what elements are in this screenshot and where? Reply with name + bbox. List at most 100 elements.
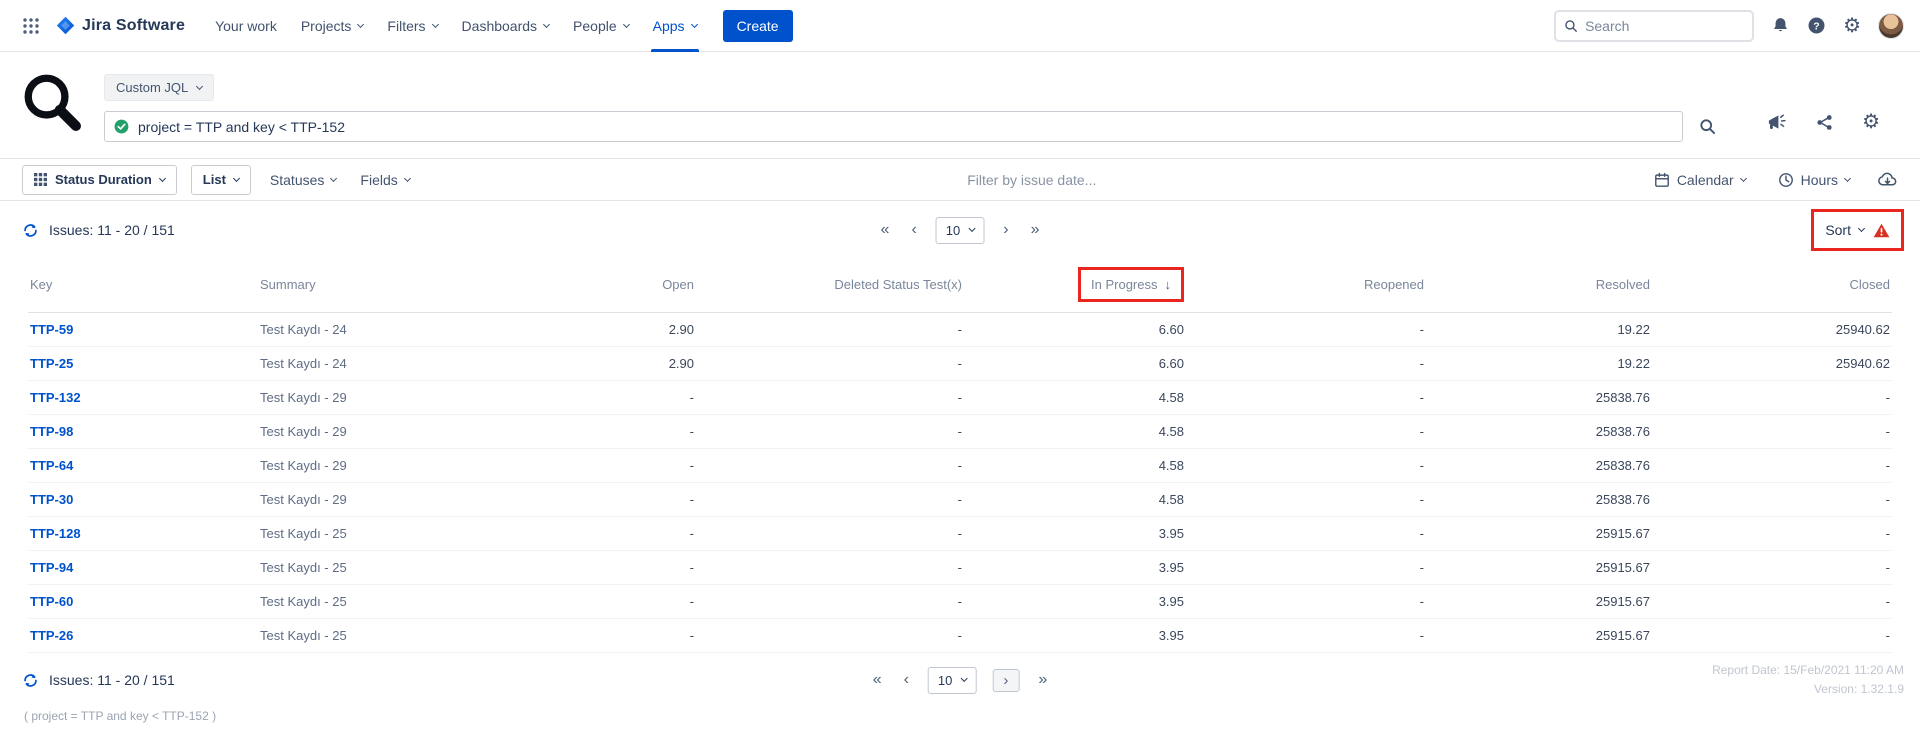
- first-page-button[interactable]: «: [870, 670, 885, 690]
- global-search-box[interactable]: [1554, 10, 1754, 42]
- cell-summary: Test Kaydı - 29: [258, 381, 576, 415]
- issues-bar-top: Issues: 11 - 20 / 151 « ‹ 10 › » Sort: [0, 201, 1920, 259]
- time-unit-dropdown[interactable]: Hours: [1773, 172, 1855, 188]
- cell-resolved: 25838.76: [1426, 415, 1652, 449]
- clock-icon: [1778, 172, 1794, 188]
- column-header-resolved[interactable]: Resolved: [1426, 259, 1652, 313]
- cell-summary: Test Kaydı - 25: [258, 551, 576, 585]
- cell-reopened: -: [1186, 483, 1426, 517]
- column-header-label: Deleted Status Test(x): [834, 277, 962, 292]
- sort-dropdown[interactable]: Sort: [1825, 222, 1864, 238]
- cell-reopened: -: [1186, 619, 1426, 653]
- page-size-value: 10: [938, 673, 952, 688]
- jql-input-field[interactable]: [104, 111, 1683, 142]
- column-header-label: In Progress: [1091, 277, 1157, 292]
- prev-page-button[interactable]: ‹: [908, 220, 919, 240]
- prev-page-button[interactable]: ‹: [901, 670, 912, 690]
- next-page-button[interactable]: ›: [1000, 220, 1011, 240]
- issue-key-link[interactable]: TTP-60: [30, 594, 73, 609]
- cell-summary: Test Kaydı - 24: [258, 347, 576, 381]
- issue-key-link[interactable]: TTP-26: [30, 628, 73, 643]
- cell-key: TTP-30: [28, 483, 258, 517]
- cell-key: TTP-25: [28, 347, 258, 381]
- nav-item-dashboards[interactable]: Dashboards: [450, 0, 562, 52]
- cell-closed: -: [1652, 517, 1892, 551]
- column-header-reopened[interactable]: Reopened: [1186, 259, 1426, 313]
- column-header-summary[interactable]: Summary: [258, 259, 576, 313]
- user-avatar[interactable]: [1878, 13, 1904, 39]
- cell-closed: 25940.62: [1652, 313, 1892, 347]
- search-input[interactable]: [1585, 18, 1744, 34]
- page-size-select[interactable]: 10: [928, 667, 976, 694]
- cell-open: 2.90: [576, 347, 696, 381]
- page-size-select[interactable]: 10: [936, 217, 984, 244]
- chevron-down-icon: [1844, 174, 1851, 181]
- issue-key-link[interactable]: TTP-94: [30, 560, 73, 575]
- jql-query-input[interactable]: [138, 119, 1673, 135]
- report-date-label: Report Date: 15/Feb/2021 11:20 AM: [1712, 661, 1904, 680]
- help-icon[interactable]: ?: [1807, 16, 1826, 35]
- calendar-dropdown[interactable]: Calendar: [1649, 172, 1751, 188]
- calendar-label: Calendar: [1677, 172, 1734, 188]
- nav-item-projects[interactable]: Projects: [289, 0, 376, 52]
- refresh-icon[interactable]: [22, 672, 39, 689]
- create-button[interactable]: Create: [723, 10, 793, 42]
- table-row: TTP-26Test Kaydı - 25--3.95-25915.67-: [28, 619, 1892, 653]
- issue-key-link[interactable]: TTP-25: [30, 356, 73, 371]
- report-type-dropdown[interactable]: Status Duration: [22, 165, 177, 195]
- issue-key-link[interactable]: TTP-98: [30, 424, 73, 439]
- nav-item-your-work[interactable]: Your work: [203, 0, 289, 52]
- view-dropdown[interactable]: List: [191, 165, 251, 195]
- last-page-button[interactable]: »: [1035, 670, 1050, 690]
- column-header-label: Closed: [1850, 277, 1890, 292]
- issue-key-link[interactable]: TTP-128: [30, 526, 81, 541]
- refresh-icon[interactable]: [22, 222, 39, 239]
- export-cloud-icon[interactable]: [1877, 171, 1898, 188]
- report-settings-gear-icon[interactable]: ⚙: [1862, 112, 1880, 132]
- last-page-button[interactable]: »: [1028, 220, 1043, 240]
- toolbar-right: Calendar Hours: [1649, 171, 1898, 188]
- chevron-down-icon: [330, 174, 337, 181]
- cell-closed: -: [1652, 551, 1892, 585]
- settings-gear-icon[interactable]: ⚙: [1843, 16, 1861, 36]
- issue-key-link[interactable]: TTP-64: [30, 458, 73, 473]
- jql-type-dropdown[interactable]: Custom JQL: [104, 74, 214, 101]
- first-page-button[interactable]: «: [878, 220, 893, 240]
- share-icon[interactable]: [1815, 113, 1834, 132]
- cell-resolved: 25915.67: [1426, 551, 1652, 585]
- cell-open: -: [576, 517, 696, 551]
- nav-item-label: Dashboards: [462, 18, 538, 34]
- column-header-in-progress[interactable]: In Progress↓: [964, 259, 1186, 313]
- nav-item-apps[interactable]: Apps: [641, 0, 709, 52]
- issues-count-bottom: Issues: 11 - 20 / 151: [22, 672, 175, 689]
- sort-annotation-box: Sort: [1811, 209, 1904, 251]
- issue-key-link[interactable]: TTP-132: [30, 390, 81, 405]
- cell-deleted-status-test-x: -: [696, 449, 964, 483]
- issue-key-link[interactable]: TTP-59: [30, 322, 73, 337]
- issue-key-link[interactable]: TTP-30: [30, 492, 73, 507]
- jira-logo[interactable]: Jira Software: [56, 16, 185, 35]
- chevron-down-icon: [543, 20, 550, 27]
- column-header-deleted-status-test-x[interactable]: Deleted Status Test(x): [696, 259, 964, 313]
- sort-warning-icon[interactable]: [1873, 223, 1890, 238]
- fields-dropdown[interactable]: Fields: [355, 172, 414, 188]
- app-switcher-icon[interactable]: [14, 11, 48, 41]
- next-page-button[interactable]: ›: [992, 669, 1019, 692]
- column-header-closed[interactable]: Closed: [1652, 259, 1892, 313]
- announcement-megaphone-icon[interactable]: [1766, 112, 1787, 133]
- column-header-key[interactable]: Key: [28, 259, 258, 313]
- jql-search-button[interactable]: [1697, 116, 1718, 137]
- cell-key: TTP-94: [28, 551, 258, 585]
- cell-summary: Test Kaydı - 29: [258, 483, 576, 517]
- date-filter-input[interactable]: [902, 172, 1162, 188]
- app-header-actions: ⚙: [1766, 102, 1880, 142]
- nav-item-filters[interactable]: Filters: [375, 0, 449, 52]
- nav-item-label: Filters: [387, 18, 425, 34]
- chevron-down-icon: [233, 174, 240, 181]
- statuses-dropdown[interactable]: Statuses: [265, 172, 341, 188]
- column-header-open[interactable]: Open: [576, 259, 696, 313]
- table-row: TTP-128Test Kaydı - 25--3.95-25915.67-: [28, 517, 1892, 551]
- cell-closed: -: [1652, 483, 1892, 517]
- notifications-icon[interactable]: [1771, 16, 1790, 35]
- nav-item-people[interactable]: People: [561, 0, 641, 52]
